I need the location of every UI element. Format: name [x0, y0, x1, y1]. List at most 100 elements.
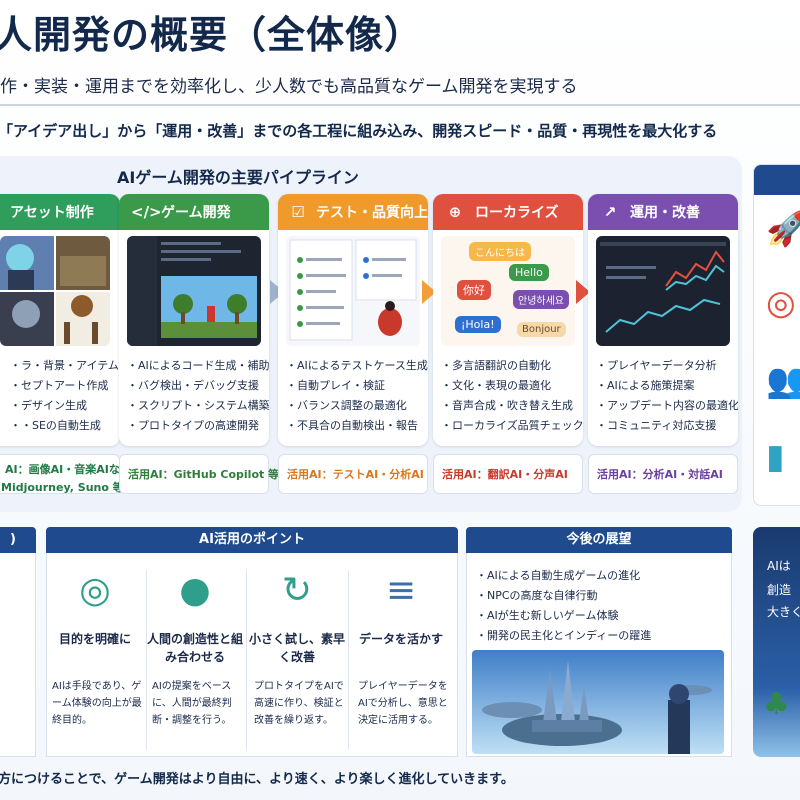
refresh-icon: ↻ — [281, 570, 313, 611]
list-item: セプトアート作成 — [10, 376, 120, 396]
stage-testing-header: ☑ テスト・品質向上 — [278, 194, 428, 230]
bubble: 안녕하세요 — [513, 290, 569, 309]
list-item: アップデート内容の最適化 — [596, 396, 738, 416]
list-item: デザイン生成 — [10, 396, 120, 416]
stage-testing-list: AIによるテストケース生成 自動プレイ・検証 バランス調整の最適化 不具合の自動… — [286, 356, 428, 436]
side-message-line: AIは — [767, 559, 791, 573]
page-title: 人開発の概要（全体像） — [0, 13, 424, 57]
point-heading: 小さく試し、素早く改善 — [248, 632, 345, 664]
future-list: AIによる自動生成ゲームの進化 NPCの高度な自律行動 AIが生む新しいゲーム体… — [476, 566, 651, 646]
checklist-icon: ☑ — [291, 203, 305, 221]
globe-icon: ⊕ — [448, 203, 462, 221]
page-subtitle: 作・実装・運用までを効率化し、少人数でも高品質なゲーム開発を実現する — [0, 77, 578, 97]
stage-localize-label: ローカライズ — [475, 205, 559, 221]
stage-game-dev-label: ゲーム開発 — [161, 205, 231, 221]
point-heading: 目的を明確に — [58, 632, 131, 646]
stage-testing-ai: 活用AI：テストAI・分析AI — [278, 454, 428, 494]
divider — [348, 570, 349, 750]
speech-bubbles-image: こんにちは Hello 你好 안녕하세요 ¡Hola! Bonjour — [441, 236, 575, 346]
bubble: ¡Hola! — [455, 316, 501, 333]
section-left-head: ) — [0, 527, 36, 553]
stage-asset-ai: AI：画像AI・音楽AIなど Midjourney, Suno 等) — [0, 454, 131, 494]
stage-game-dev-list: AIによるコード生成・補助 バグ検出・デバッグ支援 スクリプト・システム構築 プ… — [127, 356, 269, 436]
list-item: ラ・背景・アイテム生成 — [10, 356, 120, 376]
code-icon: </> — [131, 203, 162, 221]
chart-up-icon: ↗ — [603, 203, 617, 221]
stage-localize-ai: 活用AI：翻訳AI・分声AI — [433, 454, 583, 494]
analytics-dashboard-image — [596, 236, 730, 346]
list-item: バグ検出・デバッグ支援 — [127, 376, 269, 396]
stage-asset-label: アセット制作 — [10, 205, 94, 221]
point-body: AIは手段であり、ゲーム体験の向上が最終目的。 — [52, 681, 142, 726]
bar-chart-icon: ▮ — [766, 437, 785, 477]
bubble: Hello — [509, 264, 549, 281]
list-item: ・SEの自動生成 — [10, 416, 120, 436]
target-icon: ◎ — [79, 570, 111, 611]
future-title: 今後の展望 — [466, 527, 732, 553]
list-item: バランス調整の最適化 — [286, 396, 428, 416]
list-item: コミュニティ対応支援 — [596, 416, 738, 436]
stage-localize-list: 多言語翻訳の自動化 文化・表現の最適化 音声合成・吹き替え生成 ローカライズ品質… — [441, 356, 583, 436]
list-item: AIによる自動生成ゲームの進化 — [476, 566, 651, 586]
target-icon: ◎ — [766, 283, 796, 323]
point-body: AIの提案をベースに、人間が最終判断・調整を行う。 — [152, 681, 232, 726]
stage-asset-header: アセット制作 — [0, 194, 120, 230]
list-item: ローカライズ品質チェック — [441, 416, 583, 436]
side-panel-header — [754, 165, 800, 195]
list-item: プレイヤーデータ分析 — [596, 356, 738, 376]
test-report-image — [286, 236, 420, 346]
point-card: ≡ データを活かす プレイヤーデータをAIで分析し、意思と決定に活用する。 — [352, 560, 450, 750]
stage-asset: アセット制作 ラ・背景・アイテム生成 セプトアート作成 デザイン生成 ・SEの自… — [0, 194, 120, 446]
list-item: 音声合成・吹き替え生成 — [441, 396, 583, 416]
point-heading: 人間の創造性と組み合わせる — [146, 632, 243, 664]
stage-game-dev: </> ゲーム開発 AIによるコード生成・補助 バグ検出・デバッグ支援 スクリプ… — [119, 194, 269, 446]
fantasy-landscape-image — [472, 650, 724, 754]
bubble: 你好 — [457, 280, 491, 300]
list-item: 多言語翻訳の自動化 — [441, 356, 583, 376]
list-item: AIによる施策提案 — [596, 376, 738, 396]
bubble: Bonjour — [517, 322, 566, 337]
divider — [246, 570, 247, 750]
person-icon: ● — [179, 570, 211, 611]
list-item: AIが生む新しいゲーム体験 — [476, 606, 651, 626]
side-message-line: 大きく — [767, 605, 800, 619]
list-item: 開発の民主化とインディーの躍進 — [476, 626, 651, 646]
list-item: 文化・表現の最適化 — [441, 376, 583, 396]
database-icon: ≡ — [385, 570, 417, 611]
asset-thumbnails-image — [0, 236, 110, 346]
footer-text: 方につけることで、ゲーム開発はより自由に、より速く、より楽しく進化していきます。 — [0, 772, 514, 787]
list-item: AIによるコード生成・補助 — [127, 356, 269, 376]
bubble: こんにちは — [469, 242, 531, 261]
stage-localize: ⊕ ローカライズ こんにちは Hello 你好 안녕하세요 ¡Hola! Bon… — [433, 194, 583, 446]
team-icon: 👥 — [766, 361, 800, 401]
stage-operation-header: ↗ 運用・改善 — [588, 194, 738, 230]
stage-operation-label: 運用・改善 — [630, 205, 700, 221]
stage-operation-ai: 活用AI：分析AI・対話AI — [588, 454, 738, 494]
rocket-icon: 🚀 — [766, 209, 800, 249]
point-card: ◎ 目的を明確に AIは手段であり、ゲーム体験の向上が最終目的。 — [46, 560, 144, 750]
stage-asset-ai-line2: Midjourney, Suno 等) — [1, 481, 129, 494]
list-item: 自動プレイ・検証 — [286, 376, 428, 396]
point-card: ● 人間の創造性と組み合わせる AIの提案をベースに、人間が最終判断・調整を行う… — [146, 560, 244, 750]
stage-asset-list: ラ・背景・アイテム生成 セプトアート作成 デザイン生成 ・SEの自動生成 — [10, 356, 120, 436]
stage-game-dev-ai: 活用AI：GitHub Copilot 等 — [119, 454, 279, 494]
side-panel: 🚀 ◎ 👥 ▮ — [753, 164, 800, 506]
points-title: AI活用のポイント — [46, 527, 458, 553]
stage-operation-list: プレイヤーデータ分析 AIによる施策提案 アップデート内容の最適化 コミュニティ… — [596, 356, 738, 436]
section-left-body — [0, 553, 36, 757]
stage-game-dev-header: </> ゲーム開発 — [119, 194, 269, 230]
list-item: 不具合の自動検出・報告 — [286, 416, 428, 436]
point-heading: データを活かす — [358, 632, 443, 646]
pipeline-title: AIゲーム開発の主要パイプライン — [117, 168, 359, 187]
side-message-panel: AIは 創造 大きく ♣ — [753, 527, 800, 757]
list-item: スクリプト・システム構築 — [127, 396, 269, 416]
stage-localize-header: ⊕ ローカライズ — [433, 194, 583, 230]
list-item: AIによるテストケース生成 — [286, 356, 428, 376]
list-item: NPCの高度な自律行動 — [476, 586, 651, 606]
plant-icon: ♣ — [763, 687, 790, 722]
stage-testing: ☑ テスト・品質向上 AIによるテストケース生成 自動プレイ・検証 バランス調整… — [278, 194, 428, 446]
code-editor-image — [127, 236, 261, 346]
side-message-line: 創造 — [767, 583, 792, 597]
list-item: プロトタイプの高速開発 — [127, 416, 269, 436]
point-body: プロトタイプをAIで高速に作り、検証と改善を繰り返す。 — [254, 681, 344, 726]
